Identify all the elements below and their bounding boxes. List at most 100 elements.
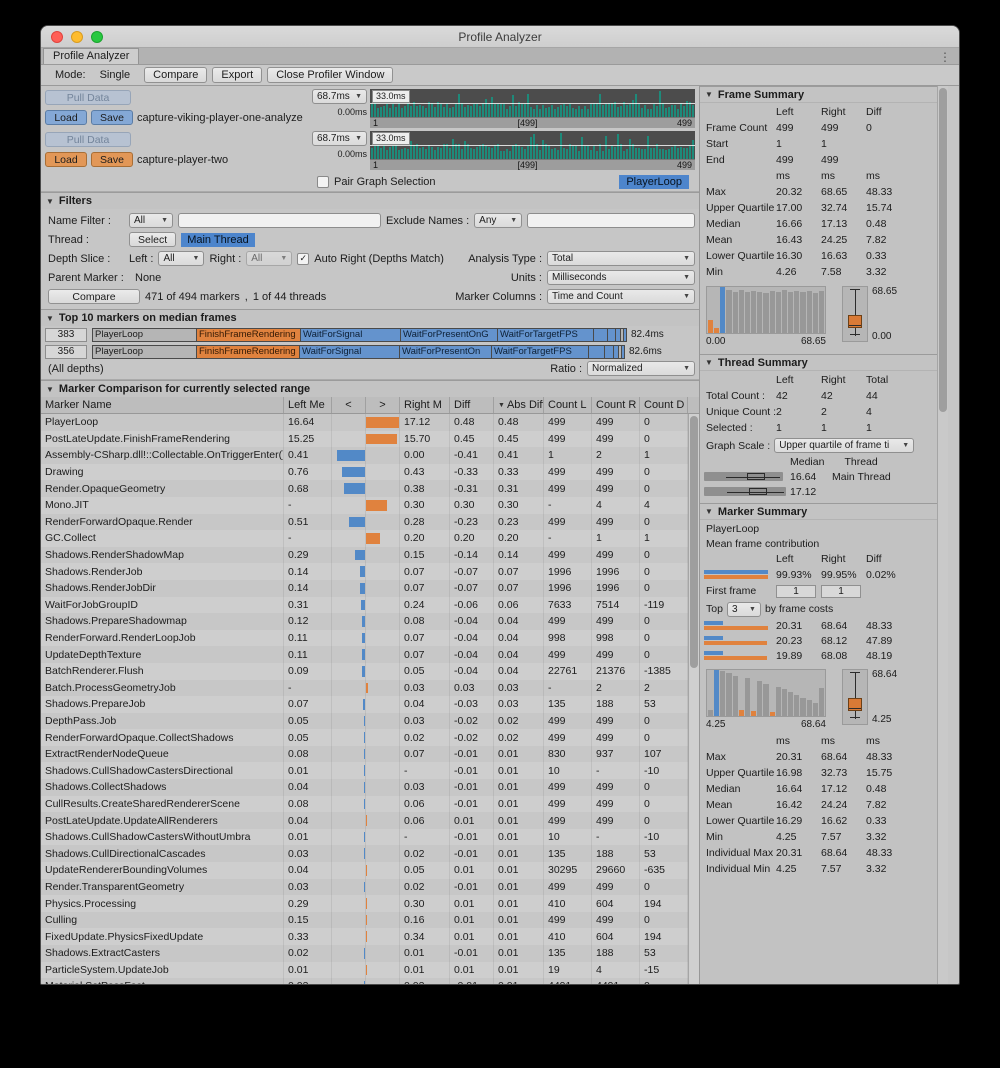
kebab-menu-icon[interactable]: ⋮ (939, 50, 951, 64)
tab-profile-analyzer[interactable]: Profile Analyzer (43, 48, 139, 64)
depth-left-dropdown[interactable]: All▼ (158, 251, 204, 266)
first-frame-left-button[interactable]: 1 (776, 585, 816, 598)
first-frame-right-button[interactable]: 1 (821, 585, 861, 598)
analysis-type-dropdown[interactable]: Total▼ (547, 251, 695, 266)
frame-number-box[interactable]: 356 (45, 345, 87, 359)
top-marker-segment[interactable]: FinishFrameRendering (197, 328, 301, 342)
name-filter-mode-dropdown[interactable]: All▼ (129, 213, 173, 228)
thread-summary-header[interactable]: ▼ Thread Summary (700, 354, 937, 371)
exclude-mode-dropdown[interactable]: Any▼ (474, 213, 522, 228)
save-button-left[interactable]: Save (91, 110, 133, 125)
table-row[interactable]: Mono.JIT-0.300.300.30-44 (41, 497, 699, 514)
col-count-right[interactable]: Count R (592, 397, 640, 413)
col-diff[interactable]: Diff (450, 397, 494, 413)
frame-histogram[interactable] (706, 286, 826, 334)
pull-data-button-right[interactable]: Pull Data (45, 132, 131, 147)
table-row[interactable]: RenderForwardOpaque.CollectShadows0.050.… (41, 729, 699, 746)
top-frame-row[interactable]: 19.8968.0848.19 (704, 648, 935, 663)
table-row[interactable]: Shadows.ExtractCasters0.020.01-0.010.011… (41, 945, 699, 962)
top-marker-segment[interactable]: WaitForTargetFPS (498, 328, 594, 342)
frame-number-box[interactable]: 383 (45, 328, 87, 342)
table-row[interactable]: FixedUpdate.PhysicsFixedUpdate0.330.340.… (41, 928, 699, 945)
auto-right-checkbox[interactable]: ✓ (297, 253, 309, 265)
marker-histogram[interactable] (706, 669, 826, 717)
thread-row[interactable]: 17.12 (704, 484, 935, 499)
top-marker-segment[interactable] (608, 328, 616, 342)
threshold-label-left[interactable]: 33.0ms (372, 90, 410, 103)
table-row[interactable]: ParticleSystem.UpdateJob0.010.010.010.01… (41, 962, 699, 979)
table-row[interactable]: GC.Collect-0.200.200.20-11 (41, 530, 699, 547)
table-row[interactable]: Shadows.CollectShadows0.040.03-0.010.014… (41, 779, 699, 796)
compare-button[interactable]: Compare (48, 289, 140, 304)
table-row[interactable]: RenderForward.RenderLoopJob0.110.07-0.04… (41, 630, 699, 647)
top-marker-segment[interactable]: WaitForPresentOnG (401, 328, 498, 342)
table-row[interactable]: UpdateRendererBoundingVolumes0.040.050.0… (41, 862, 699, 879)
frame-summary-header[interactable]: ▼ Frame Summary (700, 86, 937, 103)
table-row[interactable]: Batch.ProcessGeometryJob-0.030.030.03-22 (41, 680, 699, 697)
threshold-label-right[interactable]: 33.0ms (372, 132, 410, 145)
marker-summary-header[interactable]: ▼ Marker Summary (700, 503, 937, 520)
scale-dropdown-right[interactable]: 68.7ms▼ (312, 131, 367, 146)
col-count-diff[interactable]: Count D (640, 397, 688, 413)
table-row[interactable]: CullResults.CreateSharedRendererScene0.0… (41, 796, 699, 813)
units-dropdown[interactable]: Milliseconds▼ (547, 270, 695, 285)
table-row[interactable]: Shadows.RenderJob0.140.07-0.070.07199619… (41, 563, 699, 580)
save-button-right[interactable]: Save (91, 152, 133, 167)
top-marker-segment[interactable]: WaitForTargetFPS (492, 345, 589, 359)
top-marker-segment[interactable] (605, 345, 614, 359)
name-filter-input[interactable] (178, 213, 381, 228)
pull-data-button-left[interactable]: Pull Data (45, 90, 131, 105)
table-row[interactable]: UpdateDepthTexture0.110.07-0.040.0449949… (41, 646, 699, 663)
table-row[interactable]: Shadows.CullDirectionalCascades0.030.02-… (41, 845, 699, 862)
close-profiler-window-button[interactable]: Close Profiler Window (267, 67, 393, 83)
top-marker-segment[interactable]: PlayerLoop (93, 328, 197, 342)
thread-row[interactable]: 16.64 Main Thread (704, 469, 935, 484)
thread-select-button[interactable]: Select (129, 232, 176, 247)
table-scrollbar[interactable] (688, 414, 699, 985)
ratio-dropdown[interactable]: Normalized▼ (587, 361, 695, 376)
frame-time-graph-left[interactable]: 33.0ms (370, 89, 695, 117)
table-row[interactable]: Render.TransparentGeometry0.030.02-0.010… (41, 879, 699, 896)
scale-dropdown-left[interactable]: 68.7ms▼ (312, 89, 367, 104)
scrollbar-thumb[interactable] (690, 416, 698, 668)
top-marker-segment[interactable]: FinishFrameRendering (197, 345, 300, 359)
col-right-median[interactable]: Right M (400, 397, 450, 413)
table-row[interactable]: PostLateUpdate.UpdateAllRenderers0.040.0… (41, 812, 699, 829)
table-row[interactable]: Culling0.150.160.010.014994990 (41, 912, 699, 929)
table-row[interactable]: Physics.Processing0.290.300.010.01410604… (41, 895, 699, 912)
load-button-left[interactable]: Load (45, 110, 87, 125)
top-frame-row[interactable]: 20.3168.6448.33 (704, 618, 935, 633)
top-frame-row[interactable]: 20.2368.1247.89 (704, 633, 935, 648)
table-row[interactable]: Render.OpaqueGeometry0.680.38-0.310.3149… (41, 480, 699, 497)
col-left-median[interactable]: Left Me (284, 397, 332, 413)
table-row[interactable]: Shadows.PrepareJob0.070.04-0.030.0313518… (41, 696, 699, 713)
table-row[interactable]: PostLateUpdate.FinishFrameRendering15.25… (41, 431, 699, 448)
col-marker-name[interactable]: Marker Name (41, 397, 284, 413)
table-row[interactable]: Shadows.CullShadowCastersWithoutUmbra0.0… (41, 829, 699, 846)
top-markers-header[interactable]: ▼ Top 10 markers on median frames (41, 309, 699, 326)
selected-marker-chip[interactable]: PlayerLoop (619, 175, 689, 189)
marker-comparison-header[interactable]: ▼ Marker Comparison for currently select… (41, 380, 699, 397)
graph-scale-dropdown[interactable]: Upper quartile of frame ti▼ (774, 438, 914, 453)
col-right-bar[interactable]: > (366, 397, 400, 413)
table-row[interactable]: ExtractRenderNodeQueue0.080.07-0.010.018… (41, 746, 699, 763)
titlebar[interactable]: Profile Analyzer (41, 26, 959, 48)
top-marker-segment[interactable]: WaitForPresentOn (400, 345, 492, 359)
scrollbar-thumb[interactable] (939, 88, 947, 412)
load-button-right[interactable]: Load (45, 152, 87, 167)
table-row[interactable]: WaitForJobGroupID0.310.24-0.060.06763375… (41, 597, 699, 614)
top-marker-segment[interactable]: PlayerLoop (93, 345, 197, 359)
top-marker-segment[interactable] (594, 328, 608, 342)
table-row[interactable]: Shadows.RenderShadowMap0.290.15-0.140.14… (41, 547, 699, 564)
col-abs-diff[interactable]: ▼Abs Diff (494, 397, 544, 413)
table-row[interactable]: RenderForwardOpaque.Render0.510.28-0.230… (41, 514, 699, 531)
col-left-bar[interactable]: < (332, 397, 366, 413)
table-row[interactable]: Shadows.RenderJobDir0.140.07-0.070.07199… (41, 580, 699, 597)
pair-graph-selection-checkbox[interactable] (317, 176, 329, 188)
top-marker-segment[interactable]: WaitForSignal (301, 328, 401, 342)
table-row[interactable]: Shadows.CullShadowCastersDirectional0.01… (41, 762, 699, 779)
mode-compare-button[interactable]: Compare (144, 67, 207, 83)
table-row[interactable]: Shadows.PrepareShadowmap0.120.08-0.040.0… (41, 613, 699, 630)
table-row[interactable]: Drawing0.760.43-0.330.334994990 (41, 464, 699, 481)
top-marker-segment[interactable] (624, 328, 627, 342)
